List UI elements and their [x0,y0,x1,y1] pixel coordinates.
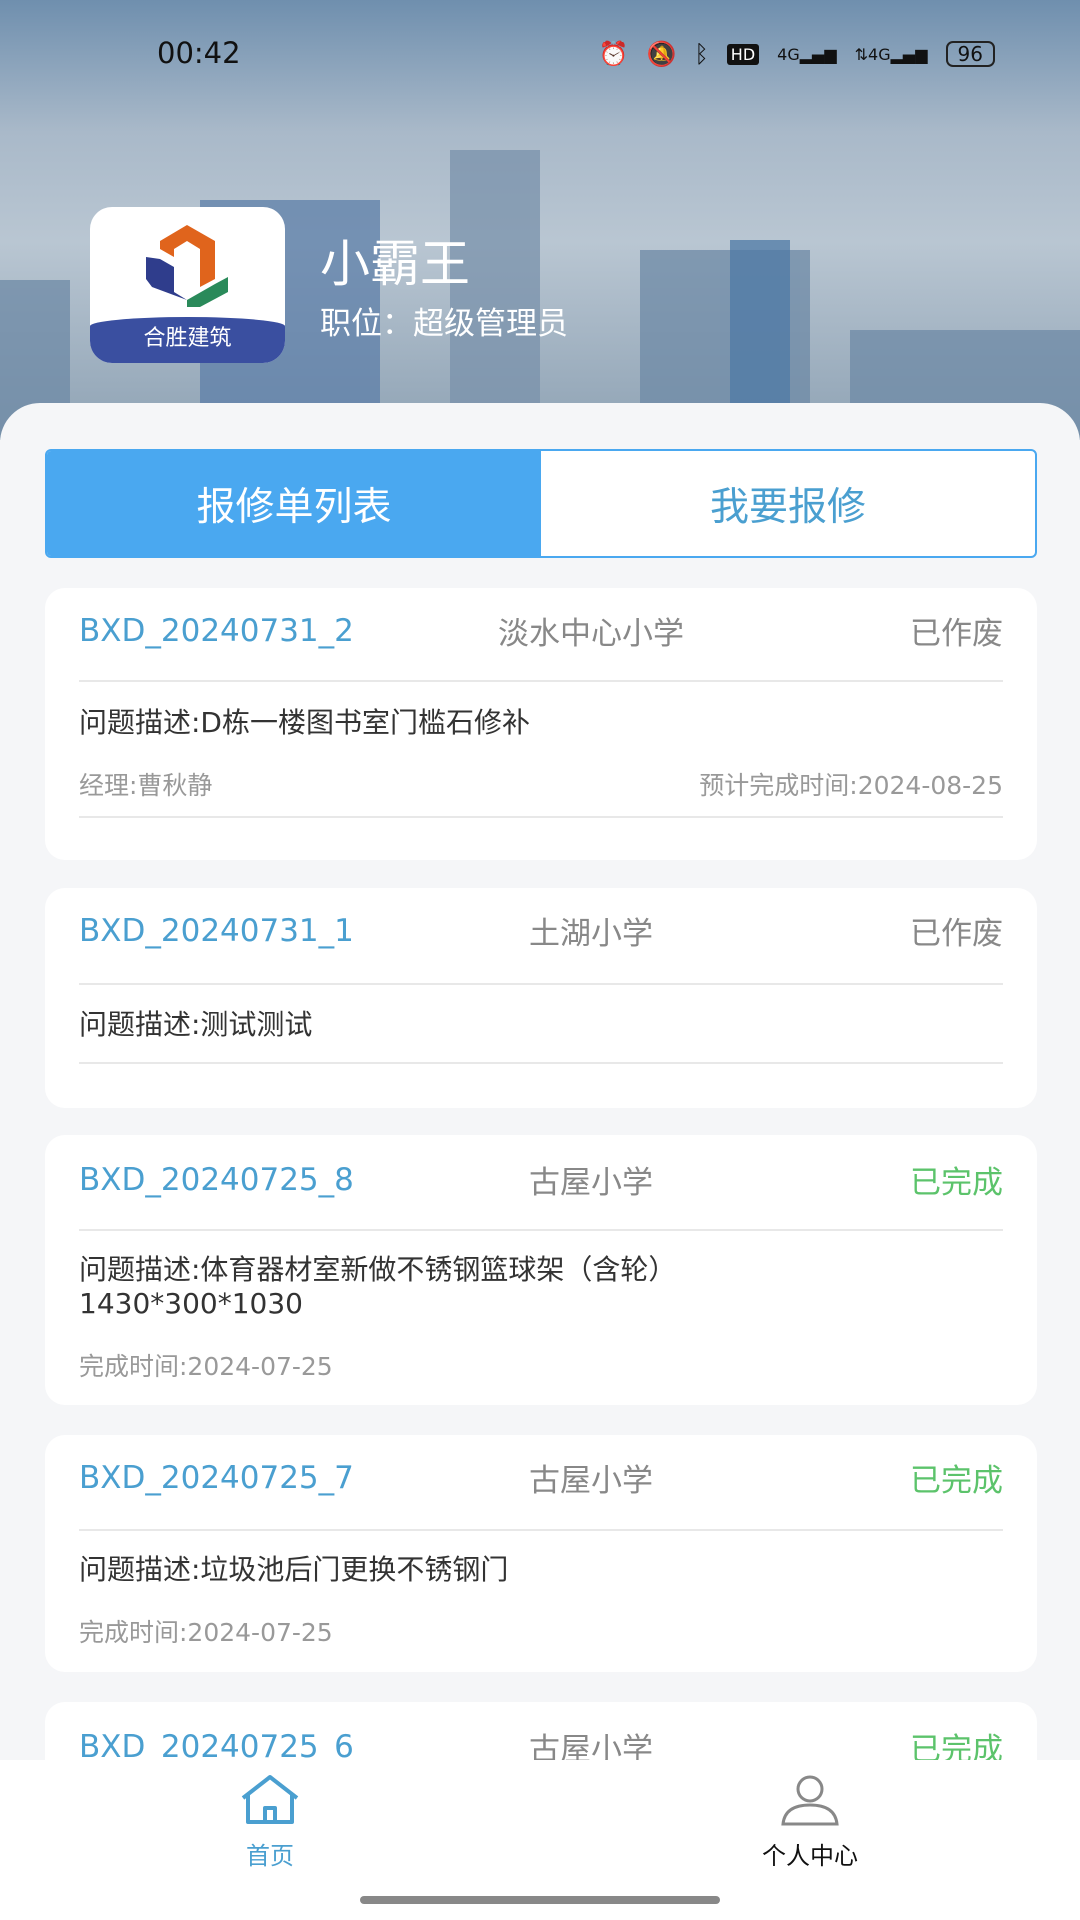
order-school: 古屋小学 [529,1165,653,1201]
nav-profile[interactable]: 个人中心 [710,1774,910,1871]
order-description: 问题描述:测试测试 [79,1008,313,1041]
user-name: 小霸王 [320,235,470,293]
tab-bar: 报修单列表 我要报修 [45,449,1037,558]
order-time: 预计完成时间:2024-08-25 [699,771,1003,800]
hd-icon: HD [726,43,760,65]
status-bar: 00:42 ⏰ 🔕 ᛒ HD 4G▂▄▆ ⇅4G▂▄▆ 96 [0,30,1080,80]
order-school: 古屋小学 [529,1463,653,1499]
home-icon [241,1775,299,1824]
nav-profile-label: 个人中心 [762,1842,858,1870]
status-badge: 已完成 [910,1165,1003,1201]
list-item[interactable]: BXD_20240725_7 古屋小学 已完成 问题描述:垃圾池后门更换不锈钢门 完… [45,1435,1037,1672]
tab-repair-list[interactable]: 报修单列表 [47,451,541,556]
divider [79,1062,1003,1064]
list-item[interactable]: BXD_20240731_1 土湖小学 已作废 问题描述:测试测试 [45,888,1037,1108]
mute-icon: 🔕 [646,40,677,68]
order-id: BXD_20240725_8 [79,1161,354,1198]
logo-text: 合胜建筑 [90,317,285,363]
bluetooth-icon: ᛒ [694,40,709,68]
order-time: 完成时间:2024-07-25 [79,1618,333,1647]
battery-icon: 96 [945,41,995,67]
order-school: 土湖小学 [529,916,653,952]
order-description: 问题描述:垃圾池后门更换不锈钢门 [79,1553,509,1586]
company-logo: 合胜建筑 [90,207,285,363]
order-time: 完成时间:2024-07-25 [79,1352,333,1381]
user-role: 职位：超级管理员 [320,306,568,342]
person-icon [781,1775,839,1826]
alarm-icon: ⏰ [598,40,629,68]
status-time: 00:42 [157,36,241,70]
tab-submit-repair[interactable]: 我要报修 [541,451,1035,556]
divider [79,1529,1003,1531]
order-id: BXD_20240725_7 [79,1459,354,1496]
signal-icon-2: ⇅4G▂▄▆ [854,44,928,64]
list-item[interactable]: BXD_20240725_8 古屋小学 已完成 问题描述:体育器材室新做不锈钢篮球架… [45,1135,1037,1405]
status-badge: 已完成 [910,1463,1003,1499]
order-id: BXD_20240731_2 [79,612,354,649]
status-badge: 已作废 [910,616,1003,652]
signal-icon: 4G▂▄▆ [777,44,837,64]
divider [79,816,1003,818]
order-description: 问题描述:D栋一楼图书室门槛石修补 [79,706,530,739]
home-indicator[interactable] [360,1896,720,1904]
logo-mark-icon [146,225,228,307]
order-school: 淡水中心小学 [498,616,684,652]
list-item[interactable]: BXD_20240731_2 淡水中心小学 已作废 问题描述:D栋一楼图书室门槛石修… [45,588,1037,860]
divider [79,680,1003,682]
order-manager: 经理:曹秋静 [79,771,213,800]
nav-home-label: 首页 [246,1842,294,1870]
divider [79,983,1003,985]
nav-home[interactable]: 首页 [170,1774,370,1871]
status-badge: 已作废 [910,916,1003,952]
divider [79,1229,1003,1231]
order-description: 问题描述:体育器材室新做不锈钢篮球架（含轮）1430*300*1030 [79,1253,677,1320]
order-id: BXD_20240731_1 [79,912,354,949]
